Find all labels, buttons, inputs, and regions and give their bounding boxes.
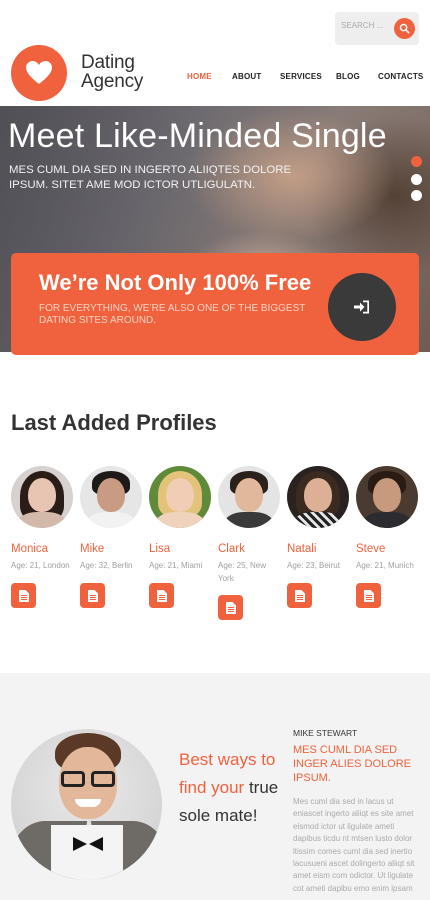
profile-card: Natali Age: 23, Beirut — [287, 466, 351, 608]
profile-avatar[interactable] — [287, 466, 349, 528]
profile-card: Mike Age: 32, Berlin — [80, 466, 144, 608]
testimonial-title[interactable]: MES CUML DIA SED INGER ALIES DOLORE IPSU… — [293, 743, 423, 785]
promo-subtitle: FOR EVERYTHING, WE’RE ALSO ONE OF THE BI… — [39, 303, 306, 326]
slider-dot-3[interactable] — [411, 190, 422, 201]
profile-name[interactable]: Natali — [287, 543, 316, 555]
profile-name[interactable]: Steve — [356, 543, 385, 555]
sign-in-icon — [354, 300, 369, 314]
profile-info: Age: 21, Munich — [356, 561, 414, 570]
document-icon — [294, 589, 305, 602]
promo-banner: We’re Not Only 100% Free FOR EVERYTHING,… — [11, 253, 419, 355]
sign-in-button[interactable] — [328, 273, 396, 341]
slider-dot-2[interactable] — [411, 174, 422, 185]
promo-title: We’re Not Only 100% Free — [39, 270, 312, 295]
profile-info: Age: 32, Berlin — [80, 561, 133, 570]
nav-about[interactable]: ABOUT — [232, 72, 261, 81]
profile-name[interactable]: Lisa — [149, 543, 170, 555]
nav-services[interactable]: SERVICES — [280, 72, 322, 81]
profile-avatar[interactable] — [149, 466, 211, 528]
main-nav: HOME ABOUT SERVICES BLOG CONTACTS — [0, 72, 430, 86]
hero-title: Meet Like-Minded Single — [8, 117, 387, 155]
nav-home[interactable]: HOME — [187, 72, 212, 81]
profile-details-button[interactable] — [287, 583, 312, 608]
profile-card: Steve Age: 21, Munich — [356, 466, 420, 608]
hero-subtitle: MES CUML DIA SED IN INGERTO ALIIQTES DOL… — [9, 164, 292, 191]
testimonial-photo — [11, 729, 162, 880]
search-icon — [399, 23, 410, 34]
profile-details-button[interactable] — [218, 595, 243, 620]
testimonial-author: MIKE STEWART — [293, 728, 358, 738]
profile-card: Clark Age: 25, New York — [218, 466, 282, 620]
profile-info: Age: 21, Miami — [149, 561, 203, 570]
profile-name[interactable]: Monica — [11, 543, 48, 555]
profile-name[interactable]: Mike — [80, 543, 104, 555]
profile-info: Age: 21, London — [11, 561, 70, 570]
testimonial-text: Mes cuml dia sed in lacus ut eniascet in… — [293, 797, 415, 893]
profile-avatar[interactable] — [356, 466, 418, 528]
profile-info: Age: 23, Beirut — [287, 561, 340, 570]
profile-card: Monica Age: 21, London — [11, 466, 75, 608]
profile-avatar[interactable] — [11, 466, 73, 528]
document-icon — [18, 589, 29, 602]
document-icon — [225, 601, 236, 614]
slider-dot-1[interactable] — [411, 156, 422, 167]
logo-line-1: Dating — [81, 52, 135, 73]
testimonial-tagline: Best ways to find your true sole mate! — [179, 746, 299, 830]
nav-contacts[interactable]: CONTACTS — [378, 72, 423, 81]
profile-details-button[interactable] — [11, 583, 36, 608]
testimonial-section: Best ways to find your true sole mate! M… — [0, 673, 430, 900]
search-button[interactable] — [394, 18, 415, 39]
profile-details-button[interactable] — [80, 583, 105, 608]
profile-card: Lisa Age: 21, Miami — [149, 466, 213, 608]
document-icon — [363, 589, 374, 602]
profiles-title: Last Added Profiles — [11, 410, 217, 435]
search-box — [335, 12, 419, 45]
profile-details-button[interactable] — [356, 583, 381, 608]
search-input[interactable] — [341, 21, 393, 30]
profile-name[interactable]: Clark — [218, 543, 245, 555]
nav-blog[interactable]: BLOG — [336, 72, 360, 81]
profile-details-button[interactable] — [149, 583, 174, 608]
profile-avatar[interactable] — [218, 466, 280, 528]
document-icon — [156, 589, 167, 602]
profile-info: Age: 25, New York — [218, 561, 267, 583]
document-icon — [87, 589, 98, 602]
profile-avatar[interactable] — [80, 466, 142, 528]
